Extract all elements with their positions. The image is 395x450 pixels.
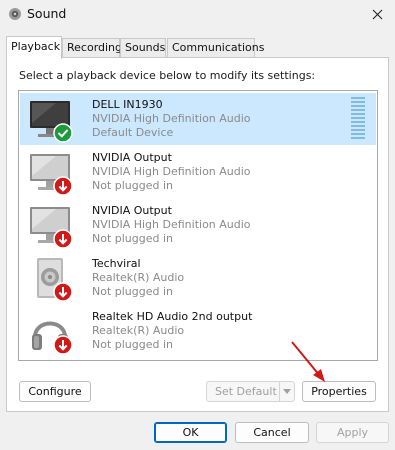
tab-sounds[interactable]: Sounds	[120, 38, 166, 57]
device-item-realtek-2nd-output[interactable]: Realtek HD Audio 2nd output Realtek(R) A…	[20, 305, 376, 357]
device-status: Not plugged in	[92, 285, 174, 298]
tab-playback[interactable]: Playback	[6, 36, 62, 59]
instruction-text: Select a playback device below to modify…	[19, 69, 316, 82]
device-driver: Realtek(R) Audio	[92, 271, 185, 284]
device-status: Default Device	[92, 126, 174, 139]
playback-panel: Select a playback device below to modify…	[6, 57, 389, 412]
device-name: NVIDIA Output	[92, 151, 172, 164]
properties-button[interactable]: Properties	[302, 381, 376, 402]
device-name: Realtek HD Audio 2nd output	[92, 310, 253, 323]
cancel-button[interactable]: Cancel	[235, 422, 309, 443]
device-name: Techviral	[92, 257, 141, 270]
device-status: Not plugged in	[92, 179, 174, 192]
device-driver: NVIDIA High Definition Audio	[92, 218, 251, 231]
tab-communications[interactable]: Communications	[167, 38, 264, 57]
ok-button[interactable]: OK	[154, 422, 227, 443]
sound-app-icon	[9, 8, 21, 20]
device-item-nvidia-output-2[interactable]: NVIDIA Output NVIDIA High Definition Aud…	[20, 199, 376, 251]
close-button[interactable]	[359, 0, 395, 28]
device-status: Not plugged in	[92, 338, 174, 351]
device-item-techviral[interactable]: Techviral Realtek(R) Audio Not plugged i…	[20, 252, 376, 304]
headphones-icon	[32, 321, 73, 355]
device-driver: NVIDIA High Definition Audio	[92, 165, 251, 178]
volume-meter	[351, 97, 365, 141]
device-item-dell[interactable]: DELL IN1930 NVIDIA High Definition Audio…	[20, 93, 376, 145]
device-status: Not plugged in	[92, 232, 174, 245]
device-driver: NVIDIA High Definition Audio	[92, 112, 251, 125]
device-driver: Realtek(R) Audio	[92, 324, 185, 337]
set-default-label: Set Default	[215, 385, 277, 398]
tab-recording[interactable]: Recording	[62, 38, 122, 57]
apply-button[interactable]: Apply	[316, 422, 389, 443]
monitor-icon	[30, 154, 73, 196]
monitor-icon	[30, 101, 73, 143]
device-name: DELL IN1930	[92, 98, 163, 111]
title-bar: Sound	[0, 0, 395, 28]
configure-button[interactable]: Configure	[19, 381, 91, 402]
device-name: NVIDIA Output	[92, 204, 172, 217]
device-item-nvidia-output-1[interactable]: NVIDIA Output NVIDIA High Definition Aud…	[20, 146, 376, 198]
monitor-icon	[30, 207, 73, 249]
chevron-down-icon	[283, 389, 291, 394]
set-default-dropdown[interactable]	[279, 382, 294, 401]
window-title: Sound	[27, 6, 67, 21]
set-default-button[interactable]: Set Default	[206, 381, 295, 402]
close-icon	[372, 9, 382, 19]
device-list: DELL IN1930 NVIDIA High Definition Audio…	[18, 90, 378, 361]
check-badge-icon	[53, 123, 73, 143]
speaker-icon	[37, 258, 73, 302]
